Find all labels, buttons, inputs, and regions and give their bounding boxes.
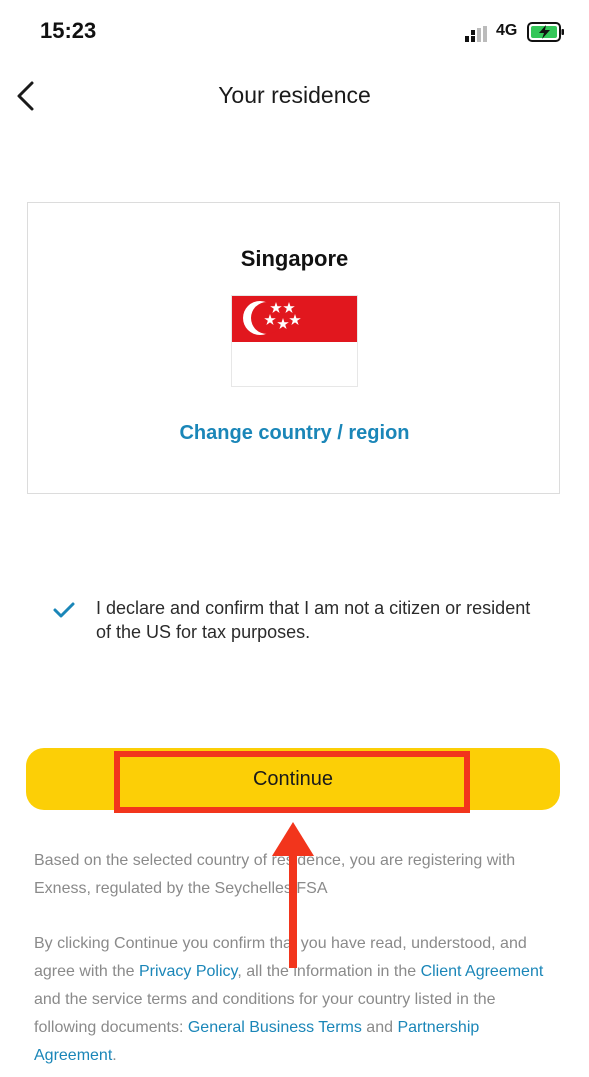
general-business-terms-link[interactable]: General Business Terms <box>188 1019 362 1036</box>
consent-text-4: and <box>361 1019 398 1036</box>
consent-text-2: , all the information in the <box>237 963 421 980</box>
country-name: Singapore <box>240 246 349 271</box>
continue-label: Continue <box>252 768 334 790</box>
checkmark-icon[interactable] <box>52 600 76 620</box>
status-time: 15:23 <box>40 18 97 43</box>
consent-notice: By clicking Continue you confirm that yo… <box>34 930 559 1070</box>
regulation-notice: Based on the selected country of residen… <box>34 852 516 897</box>
country-card: Singapore Change country / region <box>27 202 560 494</box>
network-label: 4G <box>496 22 518 39</box>
us-tax-declaration-checkbox[interactable]: I declare and confirm that I am not a ci… <box>50 596 550 652</box>
consent-text-5: . <box>112 1047 117 1064</box>
singapore-flag-icon <box>231 295 358 387</box>
status-bar: 15:23 4G <box>0 0 589 62</box>
privacy-policy-link[interactable]: Privacy Policy <box>139 963 237 980</box>
signal-icon <box>465 26 487 42</box>
declaration-text: I declare and confirm that I am not a ci… <box>96 598 531 642</box>
battery-charging-icon <box>527 22 564 42</box>
continue-button[interactable]: Continue <box>26 748 560 810</box>
page-title: Your residence <box>218 82 371 108</box>
client-agreement-link[interactable]: Client Agreement <box>421 963 544 980</box>
change-country-link[interactable]: Change country / region <box>28 422 561 445</box>
